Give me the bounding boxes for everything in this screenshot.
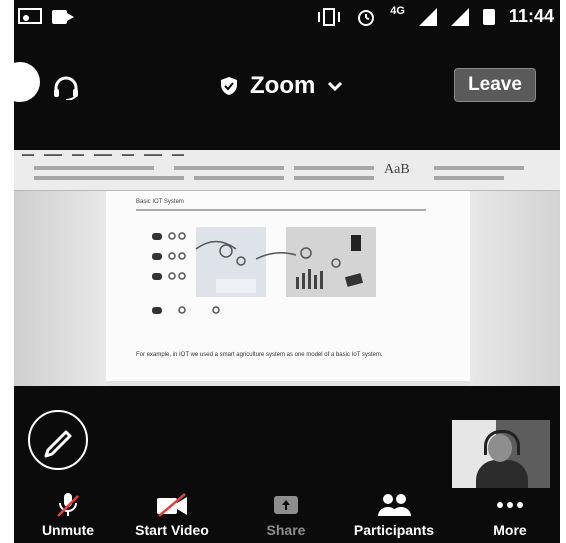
meeting-toolbar: Unmute Start Video Share Participants Mo…	[14, 488, 560, 543]
meeting-header: Zoom Leave	[14, 50, 560, 120]
iot-diagram	[152, 227, 376, 314]
chevron-down-icon	[328, 81, 343, 91]
alarm-icon	[358, 9, 375, 26]
zoom-meeting-screen: 4G 11:44 Zoom Leave ▬▬ ▬▬▬ ▬▬ ▬▬▬ ▬▬ ▬▬▬…	[14, 0, 560, 543]
participants-button[interactable]: Participants	[344, 488, 444, 538]
meeting-title: Zoom	[250, 72, 316, 99]
share-button[interactable]: Share	[236, 488, 336, 538]
status-time: 11:44	[508, 6, 554, 26]
participant-body	[476, 460, 528, 488]
annotate-button[interactable]	[28, 410, 88, 470]
document-margin-left	[14, 191, 106, 386]
participants-icon	[378, 494, 411, 516]
signal-icon	[418, 7, 437, 26]
network-type: 4G	[390, 4, 405, 17]
start-video-button[interactable]: Start Video	[122, 488, 222, 538]
shared-screen[interactable]: ▬▬ ▬▬▬ ▬▬ ▬▬▬ ▬▬ ▬▬▬ ▬▬ AaB Basic IOT System	[14, 150, 560, 386]
unmute-label: Unmute	[41, 522, 95, 538]
edge-overlay	[14, 62, 40, 102]
status-bar: 4G 11:44	[14, 0, 560, 40]
camera-status-icon	[52, 10, 74, 24]
meeting-title-dropdown[interactable]: Zoom	[220, 72, 343, 100]
vibrate-icon	[318, 7, 341, 26]
page-heading: Basic IOT System	[136, 199, 184, 205]
battery-icon	[482, 8, 495, 25]
more-dots-icon	[497, 502, 523, 508]
status-left-icons	[18, 8, 74, 26]
participants-label: Participants	[353, 522, 435, 538]
word-ribbon: ▬▬ ▬▬▬ ▬▬ ▬▬▬ ▬▬ ▬▬▬ ▬▬ AaB	[14, 150, 560, 191]
cast-icon	[18, 8, 42, 24]
shield-icon	[221, 77, 237, 95]
document-page: Basic IOT System For example, in IOT we …	[106, 191, 470, 381]
unmute-button[interactable]: Unmute	[18, 488, 118, 538]
more-label: More	[493, 522, 527, 538]
participant-headset	[484, 430, 520, 455]
start-video-label: Start Video	[135, 522, 209, 538]
pencil-icon	[44, 430, 72, 458]
signal-icon-2	[450, 7, 469, 26]
video-off-icon	[157, 493, 187, 517]
style-preview: AaB	[384, 162, 410, 177]
self-video-thumbnail[interactable]	[452, 420, 550, 488]
document-margin-right	[470, 191, 560, 386]
status-right-icons: 4G 11:44	[316, 4, 554, 27]
share-label: Share	[266, 522, 306, 538]
leave-button[interactable]: Leave	[454, 68, 536, 102]
headset-icon[interactable]	[52, 76, 80, 100]
share-arrow-icon	[274, 496, 298, 514]
page-caption: For example, in IOT we used a smart agri…	[136, 352, 383, 358]
ribbon-tabs: ▬▬ ▬▬▬ ▬▬ ▬▬▬ ▬▬ ▬▬▬ ▬▬	[22, 152, 184, 158]
microphone-muted-icon	[57, 493, 79, 517]
more-button[interactable]: More	[460, 488, 560, 538]
